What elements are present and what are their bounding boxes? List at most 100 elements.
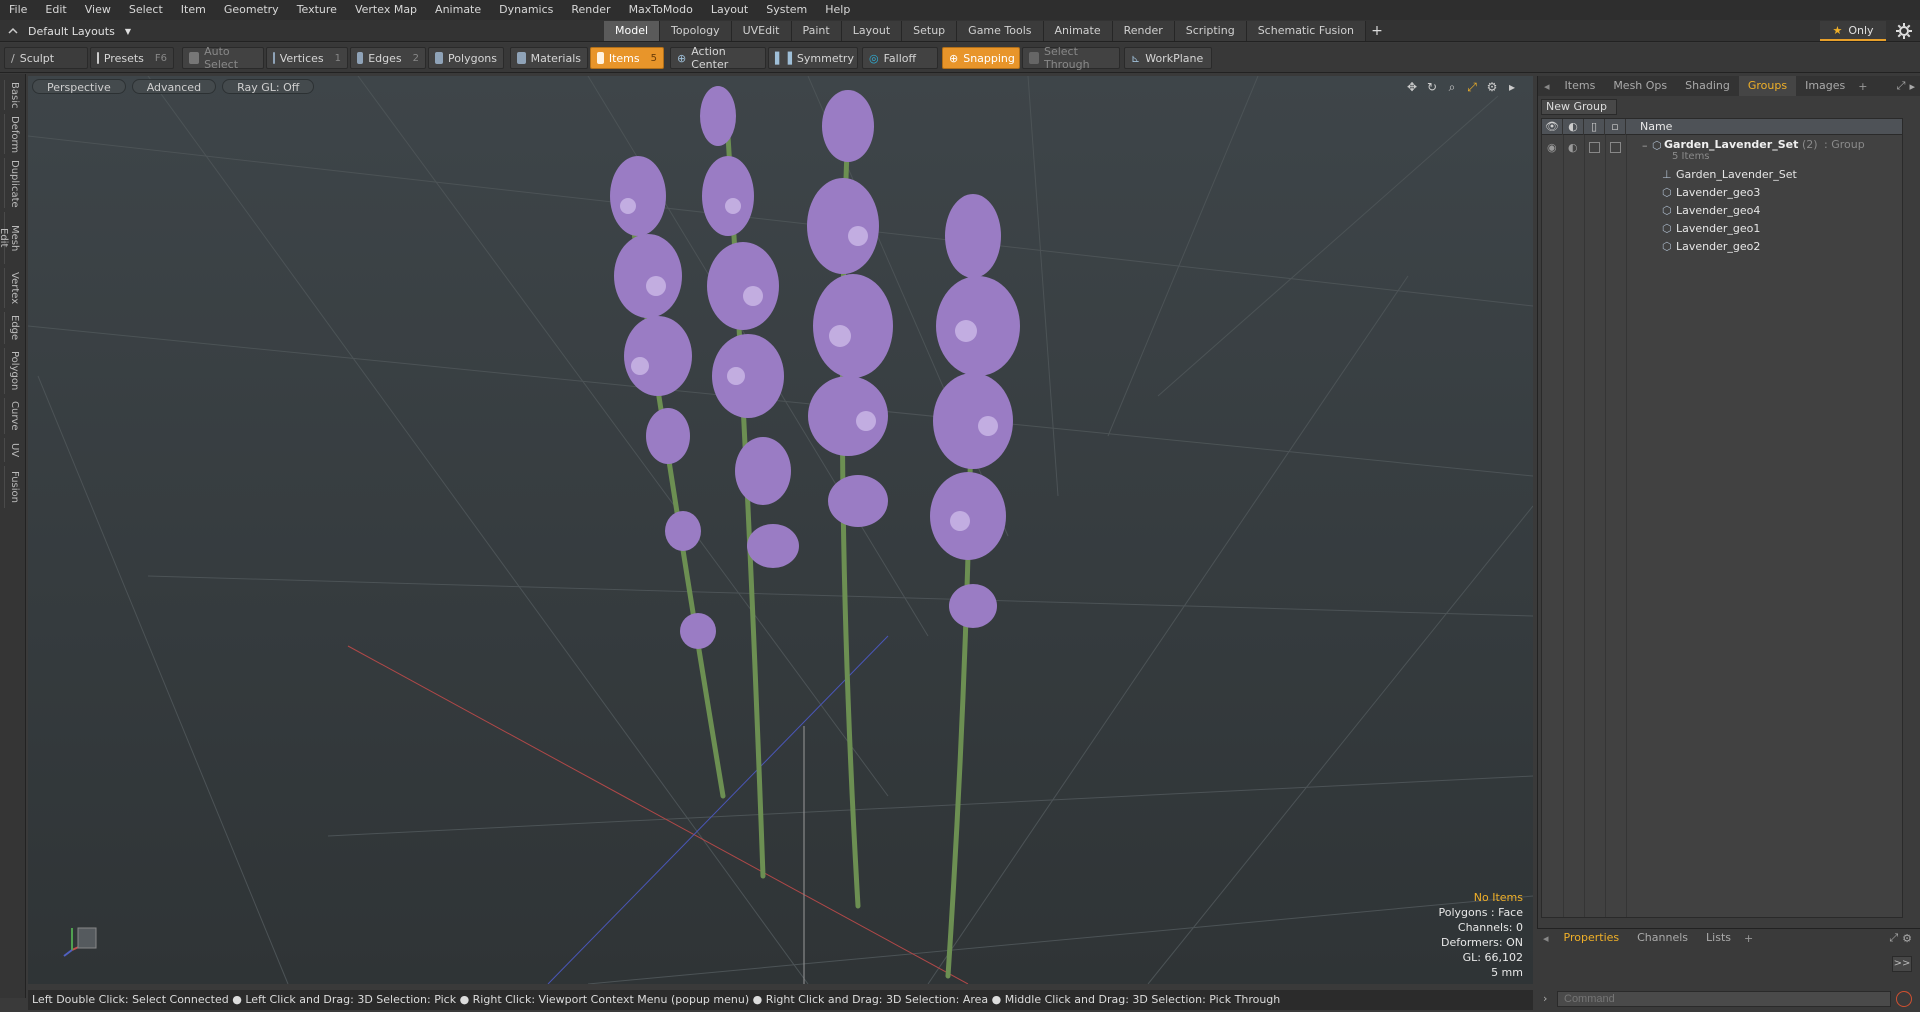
visibility-col-icon[interactable]: 👁 <box>1542 118 1563 135</box>
lock-col-icon[interactable]: ▯ <box>1584 118 1605 135</box>
perspective-toggle[interactable]: Perspective <box>32 79 126 94</box>
expand-arrows-button[interactable]: >> <box>1892 956 1912 972</box>
menu-texture[interactable]: Texture <box>288 0 346 20</box>
menu-select[interactable]: Select <box>120 0 172 20</box>
vtab-edge[interactable]: Edge <box>4 312 20 344</box>
list-item[interactable]: ⬡ Lavender_geo1 <box>1542 221 1902 238</box>
vtab-duplicate[interactable]: Duplicate <box>4 158 20 208</box>
action-center-button[interactable]: ⊕ Action Center <box>670 45 766 71</box>
sculpt-button[interactable]: / Sculpt <box>4 47 88 69</box>
list-item[interactable]: ⊥ Garden_Lavender_Set <box>1542 167 1902 184</box>
zoom-icon[interactable]: ⌕ <box>1445 80 1459 94</box>
menu-edit[interactable]: Edit <box>36 0 75 20</box>
menu-dynamics[interactable]: Dynamics <box>490 0 562 20</box>
raygl-toggle[interactable]: Ray GL: Off <box>222 79 315 94</box>
render-col-icon[interactable]: ◐ <box>1563 118 1584 135</box>
vtab-fusion[interactable]: Fusion <box>4 466 20 508</box>
tab-lists[interactable]: Lists <box>1697 929 1740 947</box>
maximize-icon[interactable]: ⤢ <box>1465 80 1479 94</box>
pan-icon[interactable]: ✥ <box>1405 80 1419 94</box>
tab-schematic-fusion[interactable]: Schematic Fusion <box>1246 21 1367 41</box>
presets-button[interactable]: Presets F6 <box>90 47 174 69</box>
snapping-button[interactable]: ⊕ Snapping <box>942 47 1020 69</box>
tab-uvedit[interactable]: UVEdit <box>731 21 792 41</box>
tab-properties[interactable]: Properties <box>1555 929 1629 947</box>
add-panel-tab-icon[interactable]: + <box>1854 80 1871 93</box>
symmetry-button[interactable]: ▌▐ Symmetry <box>768 47 858 69</box>
tab-animate[interactable]: Animate <box>1043 21 1113 41</box>
menu-animate[interactable]: Animate <box>426 0 490 20</box>
name-column-header[interactable]: Name <box>1626 120 1672 133</box>
menu-layout[interactable]: Layout <box>702 0 757 20</box>
command-history-icon[interactable] <box>1896 991 1912 1007</box>
add-properties-tab-icon[interactable]: + <box>1740 932 1757 945</box>
command-input[interactable] <box>1557 991 1891 1007</box>
materials-button[interactable]: Materials <box>510 47 588 69</box>
tab-game-tools[interactable]: Game Tools <box>957 21 1044 41</box>
panel-maximize-icon[interactable]: ⤢ <box>1897 79 1910 93</box>
polygons-button[interactable]: Polygons <box>428 47 504 69</box>
tab-shading[interactable]: Shading <box>1676 76 1739 96</box>
vtab-curve[interactable]: Curve <box>4 398 20 434</box>
list-item[interactable]: ⬡ Lavender_geo2 <box>1542 239 1902 256</box>
panel-expand-icon[interactable]: ▸ <box>1909 80 1920 93</box>
render-toggle-icon[interactable]: ◐ <box>1568 141 1578 154</box>
properties-maximize-icon[interactable]: ⤢ <box>1889 931 1902 945</box>
tab-model[interactable]: Model <box>604 21 661 41</box>
tab-topology[interactable]: Topology <box>660 21 732 41</box>
vtab-deform[interactable]: Deform <box>4 114 20 154</box>
menu-file[interactable]: File <box>0 0 36 20</box>
vtab-basic[interactable]: Basic <box>4 80 20 110</box>
advanced-toggle[interactable]: Advanced <box>131 79 217 94</box>
vtab-mesh-edit[interactable]: Mesh Edit <box>0 212 20 264</box>
tab-groups[interactable]: Groups <box>1738 76 1797 96</box>
viewport-gear-icon[interactable]: ⚙ <box>1485 80 1499 94</box>
edges-button[interactable]: Edges 2 <box>350 47 426 69</box>
list-item[interactable]: ⬡ Lavender_geo3 <box>1542 185 1902 202</box>
gear-icon[interactable] <box>1896 23 1912 39</box>
properties-collapse-icon[interactable]: ◂ <box>1537 932 1555 945</box>
layout-selector[interactable]: Default Layouts ▼ <box>8 20 131 42</box>
tab-paint[interactable]: Paint <box>791 21 842 41</box>
auto-select-button[interactable]: Auto Select <box>182 45 264 71</box>
menu-vertex-map[interactable]: Vertex Map <box>346 0 426 20</box>
tab-scripting[interactable]: Scripting <box>1174 21 1247 41</box>
vtab-vertex[interactable]: Vertex <box>4 268 20 308</box>
workplane-button[interactable]: ⊾ WorkPlane <box>1124 47 1212 69</box>
falloff-button[interactable]: ◎ Falloff <box>862 47 938 69</box>
group-row[interactable]: ◉ ◐ – ⬡ Garden_Lavender_Set (2) : Group … <box>1542 137 1902 165</box>
only-button[interactable]: ★ Only <box>1820 21 1886 41</box>
add-tab-button[interactable]: + <box>1366 21 1388 41</box>
group-expand-icon[interactable]: – <box>1642 139 1648 152</box>
tab-layout[interactable]: Layout <box>841 21 903 41</box>
collapse-icon[interactable] <box>8 26 18 36</box>
expand-right-icon[interactable]: ▸ <box>1505 80 1519 94</box>
eye-icon[interactable]: ◉ <box>1547 141 1557 154</box>
new-group-button[interactable]: New Group <box>1541 99 1617 115</box>
list-item[interactable]: ⬡ Lavender_geo4 <box>1542 203 1902 220</box>
select-col-icon[interactable]: ▫ <box>1605 118 1626 135</box>
properties-gear-icon[interactable]: ⚙ <box>1902 932 1920 945</box>
tab-channels[interactable]: Channels <box>1628 929 1697 947</box>
lock-checkbox[interactable] <box>1589 142 1600 153</box>
menu-geometry[interactable]: Geometry <box>215 0 288 20</box>
vtab-uv[interactable]: UV <box>4 438 20 462</box>
menu-maxtomodo[interactable]: MaxToModo <box>620 0 702 20</box>
panel-collapse-icon[interactable]: ◂ <box>1538 80 1556 93</box>
vertices-button[interactable]: Vertices 1 <box>266 47 348 69</box>
tab-render[interactable]: Render <box>1112 21 1175 41</box>
menu-render[interactable]: Render <box>562 0 619 20</box>
3d-viewport[interactable]: Perspective Advanced Ray GL: Off ✥ ↻ ⌕ ⤢… <box>28 76 1533 984</box>
select-checkbox[interactable] <box>1610 142 1621 153</box>
rotate-icon[interactable]: ↻ <box>1425 80 1439 94</box>
tab-setup[interactable]: Setup <box>902 21 958 41</box>
tab-items[interactable]: Items <box>1556 76 1605 96</box>
vtab-polygon[interactable]: Polygon <box>4 348 20 394</box>
items-button[interactable]: Items 5 <box>590 47 664 69</box>
menu-system[interactable]: System <box>757 0 816 20</box>
tab-mesh-ops[interactable]: Mesh Ops <box>1604 76 1676 96</box>
select-through-button[interactable]: Select Through <box>1022 45 1120 71</box>
tab-images[interactable]: Images <box>1796 76 1854 96</box>
menu-help[interactable]: Help <box>816 0 859 20</box>
menu-view[interactable]: View <box>76 0 120 20</box>
